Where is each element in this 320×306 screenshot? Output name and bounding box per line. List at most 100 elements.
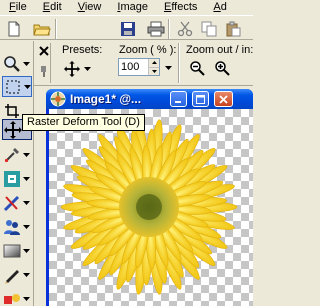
shape-icon: [4, 293, 20, 304]
close-icon: [219, 94, 228, 104]
presets-label: Presets:: [62, 44, 103, 56]
cut-button[interactable]: [175, 19, 195, 39]
chevron-down-icon: [23, 176, 30, 181]
move-preset-icon: [64, 61, 80, 77]
zoom-value[interactable]: 100: [119, 59, 148, 75]
zoom-out-button[interactable]: [189, 60, 205, 79]
zoom-spinner[interactable]: 100: [118, 58, 160, 76]
dropper-icon: [4, 147, 19, 162]
pen-icon: [5, 269, 19, 284]
zoom-down-button[interactable]: [149, 67, 159, 75]
menu-image-label: mage: [120, 1, 148, 13]
chevron-down-icon: [84, 67, 91, 71]
eraser-tool[interactable]: [2, 216, 32, 237]
people-icon: [4, 219, 20, 235]
zoom-in-button[interactable]: [214, 60, 230, 79]
zoom-icon: [4, 55, 20, 72]
image-window-title: Image1* @...: [70, 92, 142, 106]
chevron-down-icon: [23, 248, 30, 253]
menu-effects-label: ffects: [171, 1, 198, 13]
menu-adjust[interactable]: Ad: [204, 0, 233, 15]
daisy-flower-image: [60, 119, 238, 295]
dropper-tool[interactable]: [2, 144, 32, 165]
chevron-down-icon: [23, 296, 30, 301]
zoom-in-icon: [215, 61, 230, 76]
scratch-remover-icon: [3, 195, 20, 211]
presets-dropdown[interactable]: [64, 58, 94, 80]
menu-effects[interactable]: Effects: [155, 0, 204, 15]
menu-image[interactable]: Image: [108, 0, 155, 15]
standard-toolbar: [0, 15, 253, 40]
menu-view-label: iew: [84, 1, 102, 13]
zoom-tool[interactable]: [2, 53, 32, 74]
maximize-button[interactable]: [192, 91, 209, 107]
cut-icon: [177, 21, 193, 37]
chevron-down-icon: [23, 224, 30, 229]
menu-edit-mnemonic: E: [42, 1, 51, 13]
zoom-dropdown[interactable]: [165, 61, 172, 73]
paste-button[interactable]: [223, 19, 243, 39]
open-icon: [33, 24, 51, 36]
zoom-up-button[interactable]: [149, 59, 159, 68]
spin-up-icon: [151, 61, 157, 65]
selection-tool[interactable]: [2, 76, 32, 97]
toolbar-separator-2: [168, 19, 170, 39]
retouch-tool[interactable]: [2, 192, 32, 213]
options-separator: [178, 43, 180, 83]
clone-brush-tool[interactable]: [2, 168, 32, 189]
tooltip-text: Raster Deform Tool (D): [27, 116, 140, 128]
copy-button[interactable]: [199, 19, 219, 39]
minimize-button[interactable]: [170, 91, 187, 107]
menu-edit[interactable]: Edit: [34, 0, 69, 15]
options-grip[interactable]: [37, 43, 51, 83]
menu-file[interactable]: File: [0, 0, 34, 15]
new-button[interactable]: [4, 19, 24, 39]
menu-edit-label: dit: [50, 1, 62, 13]
menu-view-mnemonic: V: [77, 1, 85, 13]
new-icon: [8, 21, 20, 37]
toolbar-separator: [55, 19, 57, 39]
selection-icon: [6, 80, 20, 93]
menu-bar: File Edit View Image Effects Ad: [0, 0, 253, 15]
print-button[interactable]: [146, 19, 166, 39]
image-canvas[interactable]: [49, 109, 253, 306]
copy-icon: [201, 21, 217, 37]
zoom-out-icon: [190, 61, 205, 76]
menu-file-label: ile: [15, 1, 27, 13]
gradient-icon: [3, 244, 21, 257]
paste-icon: [226, 21, 241, 37]
menu-file-mnemonic: F: [9, 1, 16, 13]
pin-icon[interactable]: [39, 65, 49, 77]
open-button[interactable]: [32, 19, 52, 39]
move-icon: [4, 120, 22, 139]
spin-down-icon: [151, 69, 157, 73]
psp-app-icon: [50, 91, 66, 107]
menu-view[interactable]: View: [69, 0, 109, 15]
tools-palette: [0, 41, 34, 306]
chevron-down-icon: [23, 272, 30, 277]
save-icon: [121, 22, 135, 36]
print-icon: [147, 21, 165, 37]
chevron-down-icon: [23, 152, 30, 157]
chevron-down-icon: [23, 200, 30, 205]
tool-options-palette: Presets: Zoom ( % ): 100 Zoom out / in:: [34, 41, 253, 86]
maximize-icon: [196, 94, 205, 104]
chevron-down-icon: [165, 66, 172, 70]
picture-tube-tool[interactable]: [2, 240, 32, 261]
chevron-down-icon: [24, 84, 31, 89]
menu-adjust-mnemonic: A: [213, 1, 221, 13]
crop-icon: [5, 103, 19, 118]
chevron-down-icon: [23, 61, 30, 66]
save-button[interactable]: [118, 19, 138, 39]
clone-icon: [4, 170, 20, 187]
close-button[interactable]: [214, 91, 233, 107]
pen-tool[interactable]: [2, 264, 32, 285]
zoom-label: Zoom ( % ):: [119, 44, 177, 56]
zoom-out-in-label: Zoom out / in:: [186, 44, 254, 56]
close-icon[interactable]: [39, 46, 49, 56]
tooltip: Raster Deform Tool (D): [22, 114, 145, 131]
image-window-titlebar[interactable]: Image1* @...: [46, 89, 253, 109]
shape-tool[interactable]: [2, 288, 32, 306]
menu-adjust-label: d: [220, 1, 227, 13]
minimize-icon: [175, 100, 181, 103]
